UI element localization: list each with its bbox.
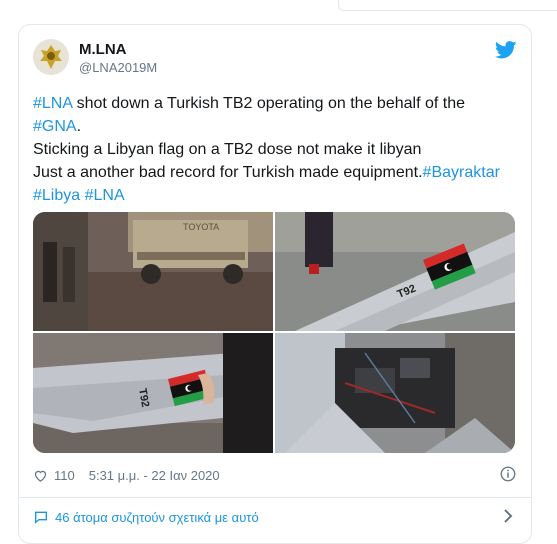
chevron-right-icon bbox=[504, 509, 513, 523]
tweet-line-1-text: shot down a Turkish TB2 operating on the… bbox=[72, 95, 465, 112]
photo-wing-flag-image: T92 bbox=[275, 212, 515, 331]
tweet-line-2: #GNA. bbox=[33, 115, 519, 138]
hashtag-lna-2[interactable]: #LNA bbox=[85, 187, 125, 204]
tweet-header: M.LNA @LNA2019M bbox=[33, 39, 517, 79]
tweet-line-4: Just a another bad record for Turkish ma… bbox=[33, 161, 519, 184]
author-handle[interactable]: @LNA2019M bbox=[79, 60, 157, 75]
hashtag-gna[interactable]: #GNA bbox=[33, 118, 77, 135]
hashtag-lna[interactable]: #LNA bbox=[33, 95, 72, 112]
tweet-card: M.LNA @LNA2019M #LNA shot down a Turkish… bbox=[18, 24, 532, 544]
tweet-line-2-text: . bbox=[76, 118, 82, 135]
tweet-line-4-text: Just a another bad record for Turkish ma… bbox=[33, 164, 423, 181]
chat-icon bbox=[35, 511, 47, 524]
photo-wreckage-image bbox=[275, 333, 515, 453]
timestamp[interactable]: 5:31 μ.μ. - 22 Ιαν 2020 bbox=[89, 468, 220, 483]
tweet-text: #LNA shot down a Turkish TB2 operating o… bbox=[33, 92, 519, 207]
truck-brand-text: TOYOTA bbox=[183, 222, 219, 232]
discussion-link[interactable]: 46 άτομα συζητούν σχετικά με αυτό bbox=[33, 505, 517, 529]
discussion-label: 46 άτομα συζητούν σχετικά με αυτό bbox=[55, 509, 259, 525]
divider bbox=[19, 497, 531, 498]
author-name[interactable]: M.LNA bbox=[79, 41, 127, 58]
photo-wing-flag[interactable]: T92 bbox=[275, 212, 515, 331]
emblem-icon bbox=[33, 39, 69, 75]
avatar[interactable] bbox=[33, 39, 69, 75]
info-icon[interactable] bbox=[499, 465, 517, 483]
tweet-meta: 110 5:31 μ.μ. - 22 Ιαν 2020 bbox=[33, 465, 220, 485]
photo-truck[interactable]: TOYOTA bbox=[33, 212, 273, 331]
photo-wreckage[interactable] bbox=[275, 333, 515, 453]
media-grid: TOYOTA T92 T92 bbox=[33, 212, 515, 453]
tweet-line-1: #LNA shot down a Turkish TB2 operating o… bbox=[33, 92, 519, 115]
hashtag-libya[interactable]: #Libya bbox=[33, 187, 80, 204]
like-count[interactable]: 110 bbox=[54, 468, 75, 483]
tweet-line-3: Sticking a Libyan flag on a TB2 dose not… bbox=[33, 141, 422, 158]
photo-truck-image: TOYOTA bbox=[33, 212, 273, 331]
top-strip bbox=[338, 0, 557, 11]
tweet-line-5: #Libya #LNA bbox=[33, 184, 519, 207]
hashtag-bayraktar[interactable]: #Bayraktar bbox=[423, 164, 500, 181]
twitter-bird-icon[interactable] bbox=[495, 41, 517, 59]
heart-icon[interactable] bbox=[33, 468, 48, 483]
photo-wing-piece[interactable]: T92 bbox=[33, 333, 273, 453]
photo-wing-piece-image: T92 bbox=[33, 333, 273, 453]
